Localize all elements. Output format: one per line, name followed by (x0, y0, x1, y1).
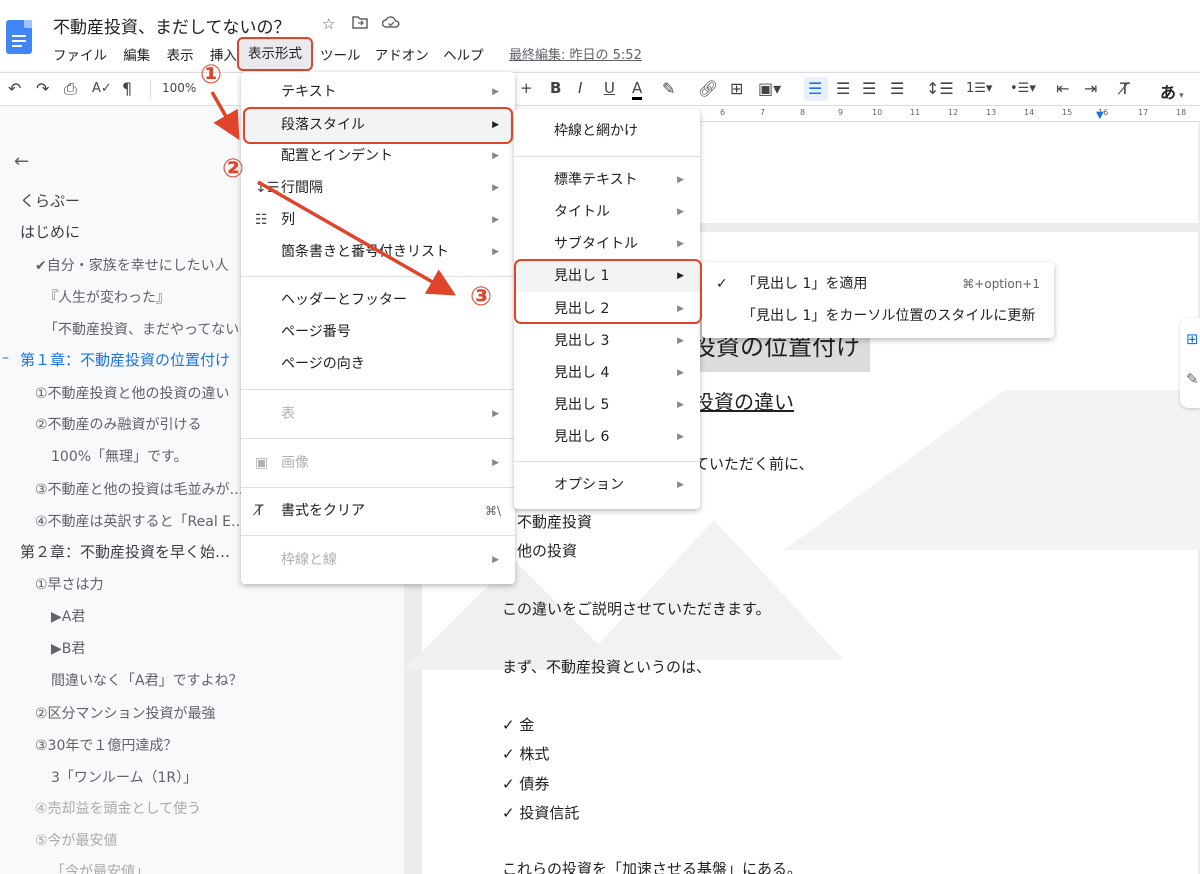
arrow-step1-to-step2 (210, 91, 240, 141)
arrow-step2-to-step3 (257, 180, 457, 296)
annotation-arrows (210, 91, 457, 296)
